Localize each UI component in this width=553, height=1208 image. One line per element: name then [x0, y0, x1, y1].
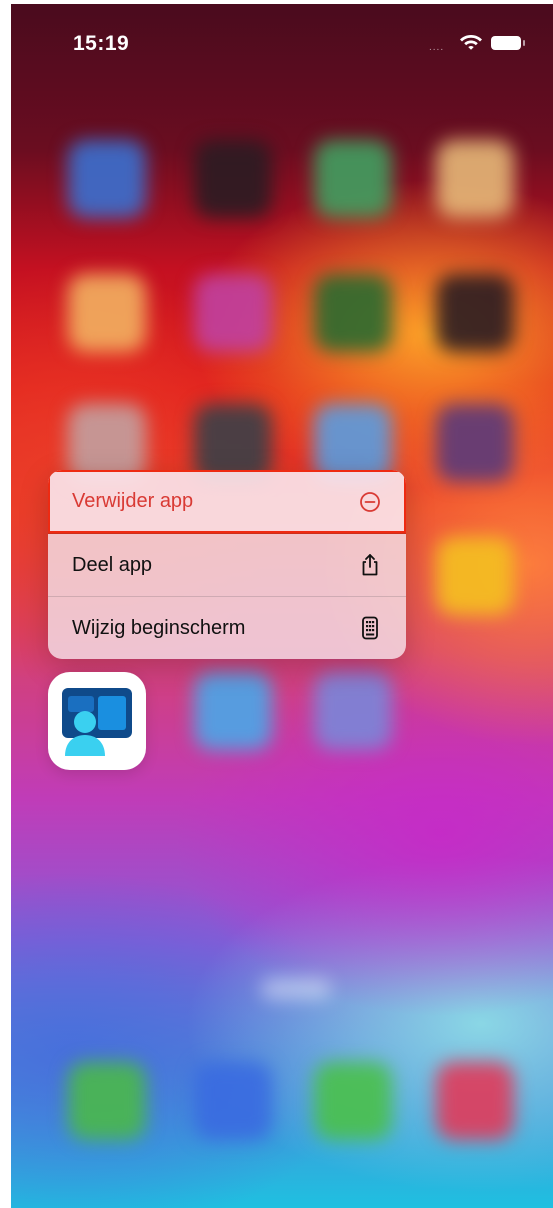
menu-item-label: Wijzig beginscherm — [72, 616, 246, 639]
blurred-dock-icon — [314, 1062, 392, 1140]
blurred-app-icon — [314, 672, 392, 750]
phone-icon — [358, 616, 382, 640]
blurred-dock-icon — [436, 1062, 514, 1140]
blurred-app-icon — [436, 274, 514, 352]
battery-icon — [491, 36, 525, 50]
remote-desktop-app-icon[interactable] — [48, 672, 146, 770]
blurred-app-icon — [194, 672, 272, 750]
minus-circle-icon — [358, 490, 382, 514]
share-icon — [358, 553, 382, 577]
blurred-app-icon — [68, 274, 146, 352]
status-bar: 15:19 .... — [11, 30, 553, 60]
menu-item-share-app[interactable]: Deel app — [48, 533, 406, 596]
cellular-signal-icon: .... — [429, 42, 445, 53]
menu-item-remove-app[interactable]: Verwijder app — [48, 470, 406, 534]
blurred-app-icon — [436, 537, 514, 615]
blurred-dock-icon — [68, 1062, 146, 1140]
status-time: 15:19 — [73, 32, 130, 55]
home-screen: 15:19 .... Verwijder app Deel app Wijzig… — [11, 4, 553, 1208]
blurred-page-dots — [261, 979, 331, 999]
app-context-menu: Verwijder app Deel app Wijzig beginscher… — [48, 470, 406, 659]
blurred-app-icon — [314, 140, 392, 218]
blurred-app-icon — [194, 140, 272, 218]
menu-item-label: Verwijder app — [72, 490, 194, 512]
menu-item-label: Deel app — [72, 553, 153, 576]
blurred-app-icon — [436, 140, 514, 218]
blurred-dock-icon — [194, 1062, 272, 1140]
blurred-app-icon — [314, 274, 392, 352]
blurred-app-icon — [68, 140, 146, 218]
menu-item-edit-home-screen[interactable]: Wijzig beginscherm — [48, 596, 406, 659]
wifi-icon — [459, 32, 483, 57]
blurred-app-icon — [436, 404, 514, 482]
blurred-app-icon — [194, 274, 272, 352]
